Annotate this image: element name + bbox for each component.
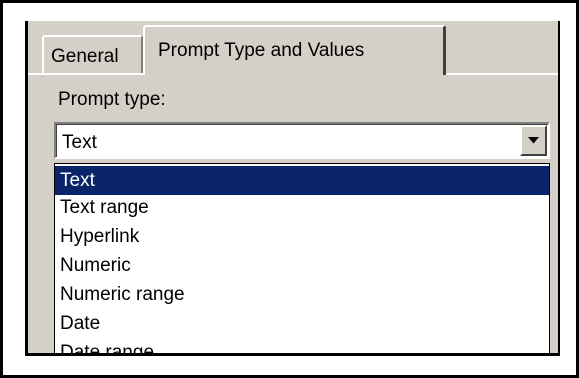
option-date-range[interactable]: Date range [55, 338, 549, 353]
tab-prompt-type-and-values[interactable]: Prompt Type and Values [143, 25, 446, 75]
prompt-type-label: Prompt type: [58, 89, 166, 110]
option-text-range[interactable]: Text range [55, 193, 549, 222]
option-numeric[interactable]: Numeric [55, 251, 549, 280]
tab-prompt-type-and-values-label: Prompt Type and Values [158, 40, 365, 61]
option-hyperlink[interactable]: Hyperlink [55, 222, 549, 251]
prompt-type-selected-value: Text [62, 132, 97, 153]
dropdown-button[interactable] [520, 125, 547, 156]
prompt-type-combobox[interactable]: Text [54, 122, 550, 159]
prompt-properties-dialog: General Prompt Type and Values Prompt ty… [25, 21, 560, 356]
prompt-type-dropdown-list: Text Text range Hyperlink Numeric Numeri… [54, 163, 550, 353]
option-text[interactable]: Text [55, 166, 549, 195]
tab-general[interactable]: General [42, 35, 143, 73]
option-numeric-range[interactable]: Numeric range [55, 280, 549, 309]
chevron-down-icon [528, 137, 539, 144]
tab-general-label: General [51, 46, 119, 67]
tab-strip: General Prompt Type and Values [28, 21, 558, 75]
combobox-inner-border [56, 124, 548, 157]
screenshot-frame: General Prompt Type and Values Prompt ty… [0, 0, 579, 378]
option-date[interactable]: Date [55, 309, 549, 338]
